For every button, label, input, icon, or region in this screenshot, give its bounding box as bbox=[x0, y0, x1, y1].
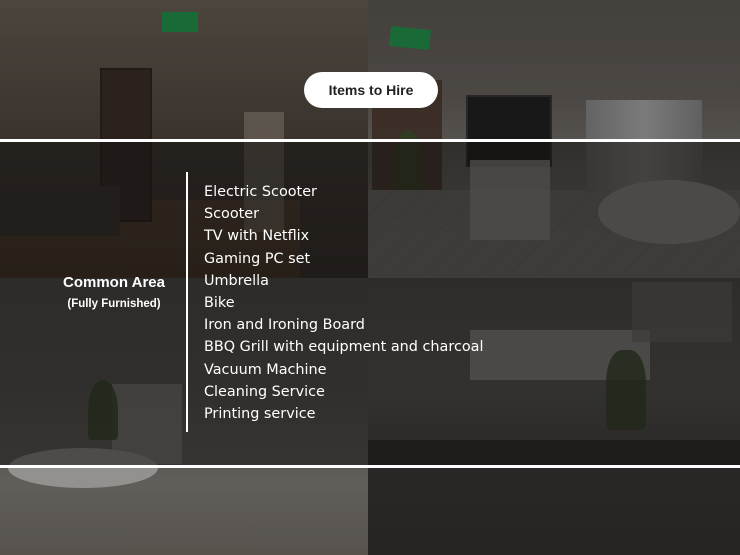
common-area-heading: Common Area (Fully Furnished) bbox=[54, 274, 174, 312]
list-item: TV with Netflix bbox=[204, 228, 310, 245]
common-area-title: Common Area bbox=[63, 274, 165, 291]
hire-items-list: Electric Scooter Scooter TV with Netflix… bbox=[204, 181, 483, 425]
items-to-hire-label: Items to Hire bbox=[328, 82, 414, 98]
top-divider bbox=[0, 139, 740, 142]
list-item: Iron and Ironing Board bbox=[204, 317, 365, 334]
items-to-hire-button[interactable]: Items to Hire bbox=[304, 72, 438, 108]
list-item: Scooter bbox=[204, 206, 260, 223]
vertical-divider bbox=[186, 172, 188, 432]
list-item: BBQ Grill with equipment and charcoal bbox=[204, 339, 484, 356]
collage-stage: Items to Hire Common Area (Fully Furnish… bbox=[0, 0, 740, 555]
list-item: Umbrella bbox=[204, 272, 269, 289]
bottom-divider bbox=[0, 465, 740, 468]
list-item: Electric Scooter bbox=[204, 184, 317, 200]
list-item: Cleaning Service bbox=[204, 383, 325, 400]
list-item: Gaming PC set bbox=[204, 250, 311, 267]
list-item: Vacuum Machine bbox=[204, 361, 327, 378]
list-item: Bike bbox=[204, 295, 235, 312]
list-item: Printing service bbox=[204, 406, 316, 423]
common-area-subtitle: (Fully Furnished) bbox=[67, 298, 161, 310]
